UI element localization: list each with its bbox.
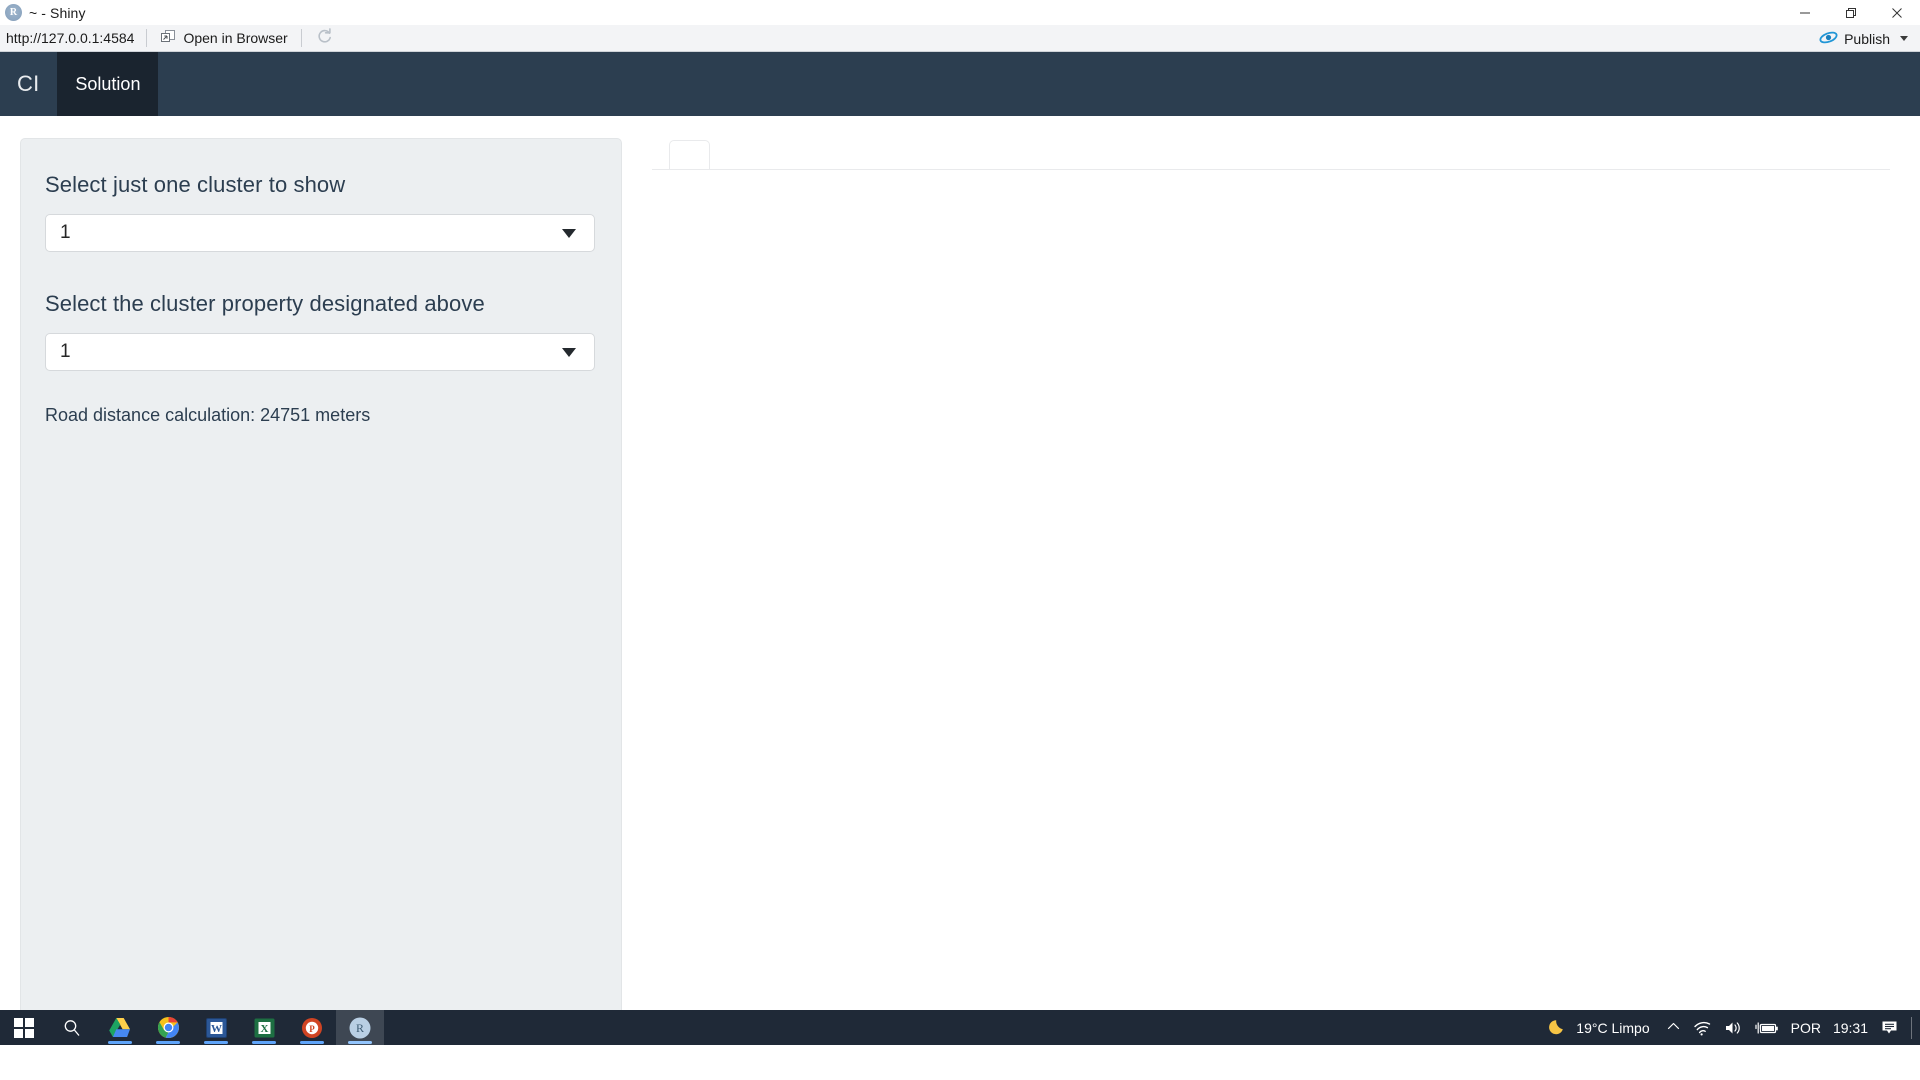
word-icon[interactable]: W (192, 1010, 240, 1045)
system-tray: 19°C Limpo POR 19:31 (1538, 1010, 1920, 1045)
tray-divider (1911, 1016, 1912, 1039)
chevron-down-icon (1900, 36, 1908, 41)
windows-taskbar: W X P R 19°C Limpo POR 19:31 (0, 1010, 1920, 1045)
publish-label: Publish (1844, 30, 1890, 47)
svg-text:X: X (260, 1023, 268, 1035)
chevron-up-icon (1666, 1020, 1681, 1036)
window-title-bar: R ~ - Shiny (0, 0, 1920, 25)
property-select[interactable]: 1 (45, 333, 595, 371)
refresh-icon (316, 28, 333, 48)
address-text: http://127.0.0.1:4584 (6, 30, 135, 46)
navbar-brand[interactable]: CI (0, 52, 57, 116)
cluster-select-value: 1 (60, 222, 71, 243)
property-select-label: Select the cluster property designated a… (45, 291, 485, 316)
cluster-select[interactable]: 1 (45, 214, 595, 252)
rstudio-icon[interactable]: R (336, 1010, 384, 1045)
language-indicator[interactable]: POR (1785, 1010, 1827, 1045)
svg-text:W: W (211, 1023, 222, 1035)
publish-icon (1819, 30, 1838, 48)
battery-charging-icon[interactable] (1749, 1010, 1785, 1045)
powerpoint-icon[interactable]: P (288, 1010, 336, 1045)
external-window-icon (160, 29, 176, 47)
main-panel (652, 138, 1900, 1045)
r-logo-icon: R (5, 4, 22, 21)
minimize-button[interactable] (1782, 0, 1828, 25)
close-button[interactable] (1874, 0, 1920, 25)
notification-icon[interactable] (1874, 1010, 1905, 1045)
sidebar-panel: Select just one cluster to show 1 Select… (20, 138, 622, 1045)
excel-icon[interactable]: X (240, 1010, 288, 1045)
tray-overflow-button[interactable] (1660, 1010, 1687, 1045)
windows-start-icon[interactable] (0, 1010, 48, 1045)
open-in-browser-label: Open in Browser (183, 30, 288, 46)
road-distance-output: Road distance calculation: 24751 meters (45, 405, 371, 425)
property-select-value: 1 (60, 341, 71, 362)
main-tab-empty[interactable] (669, 140, 710, 169)
window-title: ~ - Shiny (29, 4, 86, 21)
clock-time[interactable]: 19:31 (1827, 1010, 1874, 1045)
wifi-icon[interactable] (1687, 1010, 1718, 1045)
chevron-down-icon (562, 228, 576, 238)
navbar-tab-solution[interactable]: Solution (57, 52, 159, 116)
taskbar-apps: W X P R (0, 1010, 384, 1045)
tabset-rule (652, 169, 1890, 170)
app-navbar: CI Solution (0, 52, 1920, 116)
restore-button[interactable] (1828, 0, 1874, 25)
svg-text:R: R (356, 1021, 364, 1035)
cluster-select-label: Select just one cluster to show (45, 172, 346, 197)
main-tabset (652, 140, 1900, 170)
window-controls (1782, 0, 1920, 25)
navbar-tab-label: Solution (75, 73, 141, 94)
chrome-icon[interactable] (144, 1010, 192, 1045)
google-drive-icon[interactable] (96, 1010, 144, 1045)
chevron-down-icon (562, 347, 576, 357)
svg-text:P: P (309, 1024, 315, 1034)
weather-text: 19°C Limpo (1576, 1019, 1650, 1036)
publish-button[interactable]: Publish (1815, 25, 1912, 52)
shiny-app-viewport: CI Solution Select just one cluster to s… (0, 52, 1920, 1045)
open-in-browser-button[interactable]: Open in Browser (147, 25, 300, 52)
speaker-icon[interactable] (1718, 1010, 1749, 1045)
refresh-button[interactable] (302, 25, 347, 52)
weather-widget[interactable]: 19°C Limpo (1538, 1010, 1659, 1045)
app-content: Select just one cluster to show 1 Select… (0, 116, 1920, 1045)
search-icon[interactable] (48, 1010, 96, 1045)
viewer-toolbar: http://127.0.0.1:4584 Open in Browser Pu… (0, 25, 1920, 52)
moon-icon (1548, 1016, 1568, 1039)
